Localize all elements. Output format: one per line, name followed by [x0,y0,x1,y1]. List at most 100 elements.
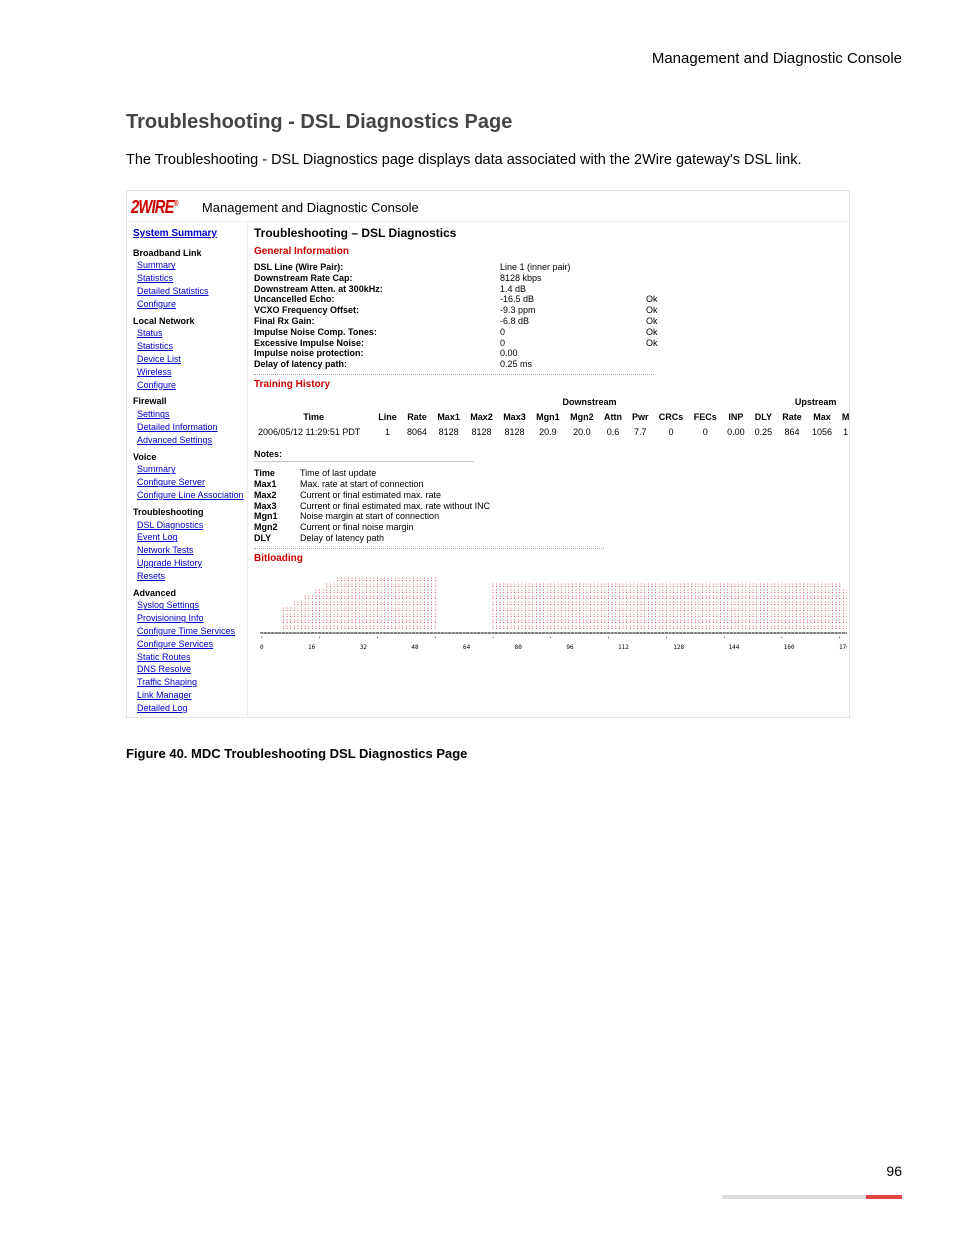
bitloading-chart: :::::::::::::::::::::::::::: :::::::::::… [260,571,847,651]
sidebar-item-static-routes[interactable]: Static Routes [137,652,245,663]
note-val: Current or final estimated max. rate wit… [300,501,496,512]
notes-head: Notes: [254,449,474,462]
sidebar-item-dns-resolve[interactable]: DNS Resolve [137,664,245,675]
train-cell: 0.25 [750,425,778,440]
section-bitloading: Bitloading [254,553,847,565]
note-key: Max1 [254,479,300,490]
train-col: Max3 [498,410,531,425]
training-table: Downstream Upstream TimeLineRateMax1Max2… [254,395,849,439]
sidebar-item-link-manager[interactable]: Link Manager [137,690,245,701]
gi-label: Impulse Noise Comp. Tones: [254,327,442,338]
gi-status [646,273,694,284]
train-cell: 0 [689,425,722,440]
train-col: Time [254,410,373,425]
train-col: Attn [599,410,627,425]
sidebar-item-resets[interactable]: Resets [137,571,245,582]
sidebar-item-network-tests[interactable]: Network Tests [137,545,245,556]
gi-value: 0 [500,338,588,349]
train-cell: 0.00 [722,425,750,440]
sidebar-item-status[interactable]: Status [137,328,245,339]
gi-status: Ok [646,316,694,327]
sidebar-item-configure[interactable]: Configure [137,299,245,310]
train-cell: 0 [653,425,688,440]
note-val: Time of last update [300,468,496,479]
sidebar-item-dsl-diagnostics[interactable]: DSL Diagnostics [137,520,245,531]
screenshot-figure: 2WIRE® Management and Diagnostic Console… [126,190,850,718]
main-panel: Troubleshooting – DSL Diagnostics Genera… [248,221,849,718]
gi-value: 1.4 dB [500,284,588,295]
col-group-upstream: Upstream [777,395,849,410]
sidebar-item-statistics[interactable]: Statistics [137,273,245,284]
sidebar-item-provisioning[interactable]: Provisioning Info [137,613,245,624]
sidebar-item-device-list[interactable]: Device List [137,354,245,365]
note-val: Current or final estimated max. rate [300,490,496,501]
sidebar-item-configure-services[interactable]: Configure Services [137,639,245,650]
train-col: INP [722,410,750,425]
note-key: Max2 [254,490,300,501]
gi-label: Final Rx Gain: [254,316,442,327]
sidebar-system-summary[interactable]: System Summary [133,228,245,240]
sidebar-item-detailed-statistics[interactable]: Detailed Statistics [137,286,245,297]
gi-label: Uncancelled Echo: [254,294,442,305]
sidebar-item-configure2[interactable]: Configure [137,380,245,391]
train-cell: 1 [373,425,402,440]
section-general-info: General Information [254,246,847,258]
note-val: Current or final noise margin [300,522,496,533]
gi-value: -9.3 ppm [500,305,588,316]
note-val: Delay of latency path [300,533,496,544]
train-cell: 8128 [498,425,531,440]
footer-accent-bar [722,1195,902,1199]
gi-status [646,359,694,370]
console-title: Management and Diagnostic Console [202,200,419,216]
intro-text: The Troubleshooting - DSL Diagnostics pa… [126,152,902,168]
train-col: Line [373,410,402,425]
train-cell: 2006/05/12 11:29:51 PDT [254,425,373,440]
train-col: Pwr [627,410,653,425]
train-cell: 7.7 [627,425,653,440]
gi-value: -6.8 dB [500,316,588,327]
gi-status: Ok [646,294,694,305]
sidebar-item-detailed-log[interactable]: Detailed Log [137,703,245,714]
sidebar-item-configure-server[interactable]: Configure Server [137,477,245,488]
page-heading: Troubleshooting - DSL Diagnostics Page [126,111,902,134]
sidebar-item-summary[interactable]: Summary [137,260,245,271]
gi-status: Ok [646,338,694,349]
sidebar-item-statistics2[interactable]: Statistics [137,341,245,352]
sidebar-item-voice-summary[interactable]: Summary [137,464,245,475]
separator [254,374,654,375]
sidebar-item-settings[interactable]: Settings [137,409,245,420]
gi-value: 8128 kbps [500,273,588,284]
train-col: CRCs [653,410,688,425]
sidebar-item-advanced-settings[interactable]: Advanced Settings [137,435,245,446]
train-cell: 1056 [807,425,837,440]
gi-label: Delay of latency path: [254,359,442,370]
panel-title: Troubleshooting – DSL Diagnostics [254,226,847,240]
gi-value: 0 [500,327,588,338]
gi-label: Downstream Rate Cap: [254,273,442,284]
gi-value: -16.5 dB [500,294,588,305]
sidebar-group-broadband: Broadband Link [133,248,245,259]
sidebar-item-wireless[interactable]: Wireless [137,367,245,378]
sidebar-item-detailed-info[interactable]: Detailed Information [137,422,245,433]
note-val: Max. rate at start of connection [300,479,496,490]
sidebar-item-event-log[interactable]: Event Log [137,532,245,543]
sidebar-item-time-services[interactable]: Configure Time Services [137,626,245,637]
brand-logo: 2WIRE® [131,197,178,219]
gi-value: 0.25 ms [500,359,588,370]
gi-label: VCXO Frequency Offset: [254,305,442,316]
note-key: DLY [254,533,300,544]
note-val: Noise margin at start of connection [300,511,496,522]
train-cell: 20.0 [565,425,599,440]
general-info-table: DSL Line (Wire Pair):Line 1 (inner pair)… [254,262,694,370]
sidebar-item-upgrade-history[interactable]: Upgrade History [137,558,245,569]
gi-label: Downstream Atten. at 300kHz: [254,284,442,295]
sidebar-item-syslog[interactable]: Syslog Settings [137,600,245,611]
gi-value: 0.00 [500,348,588,359]
section-training: Training History [254,379,847,391]
sidebar-item-configure-line[interactable]: Configure Line Association [137,490,245,501]
sidebar-group-advanced: Advanced [133,588,245,599]
gi-status: Ok [646,327,694,338]
gi-label: Impulse noise protection: [254,348,442,359]
sidebar-group-troubleshooting: Troubleshooting [133,507,245,518]
sidebar-item-traffic-shaping[interactable]: Traffic Shaping [137,677,245,688]
